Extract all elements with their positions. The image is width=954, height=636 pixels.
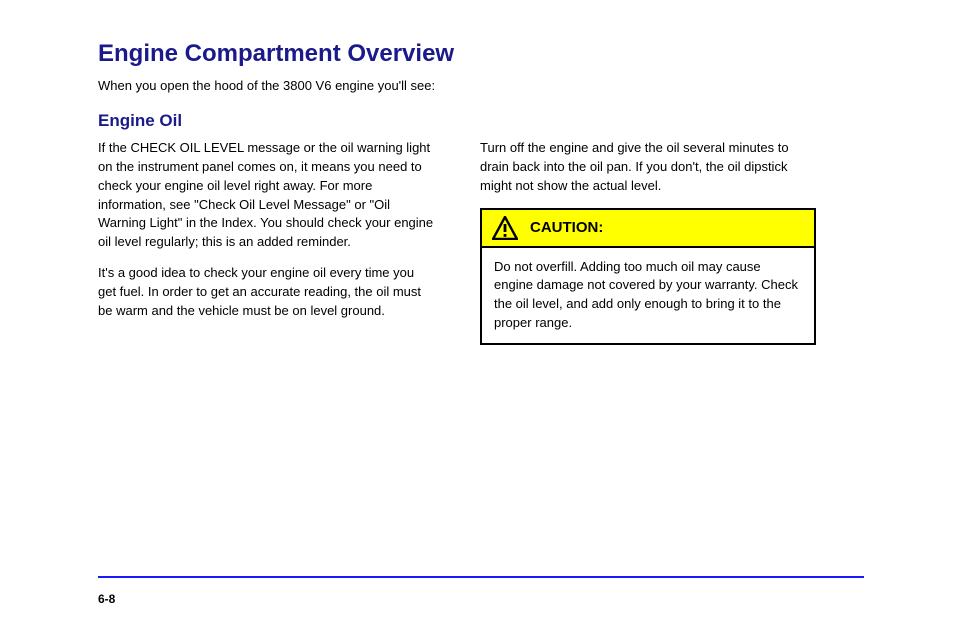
caution-header: CAUTION: xyxy=(482,210,814,248)
body-paragraph: Turn off the engine and give the oil sev… xyxy=(480,139,816,196)
body-paragraph: If the CHECK OIL LEVEL message or the oi… xyxy=(98,139,434,252)
caution-body: Do not overfill. Adding too much oil may… xyxy=(482,248,814,343)
left-column: If the CHECK OIL LEVEL message or the oi… xyxy=(98,139,434,345)
caution-title: CAUTION: xyxy=(530,217,603,239)
right-column: Turn off the engine and give the oil sev… xyxy=(480,139,816,345)
body-paragraph: It's a good idea to check your engine oi… xyxy=(98,264,434,321)
lead-paragraph: When you open the hood of the 3800 V6 en… xyxy=(98,78,864,93)
subsection-heading: Engine Oil xyxy=(98,111,864,131)
caution-box: CAUTION: Do not overfill. Adding too muc… xyxy=(480,208,816,345)
section-heading: Engine Compartment Overview xyxy=(98,40,864,68)
footer-rule xyxy=(98,576,864,578)
warning-icon xyxy=(492,216,518,240)
page-number: 6-8 xyxy=(98,592,115,606)
